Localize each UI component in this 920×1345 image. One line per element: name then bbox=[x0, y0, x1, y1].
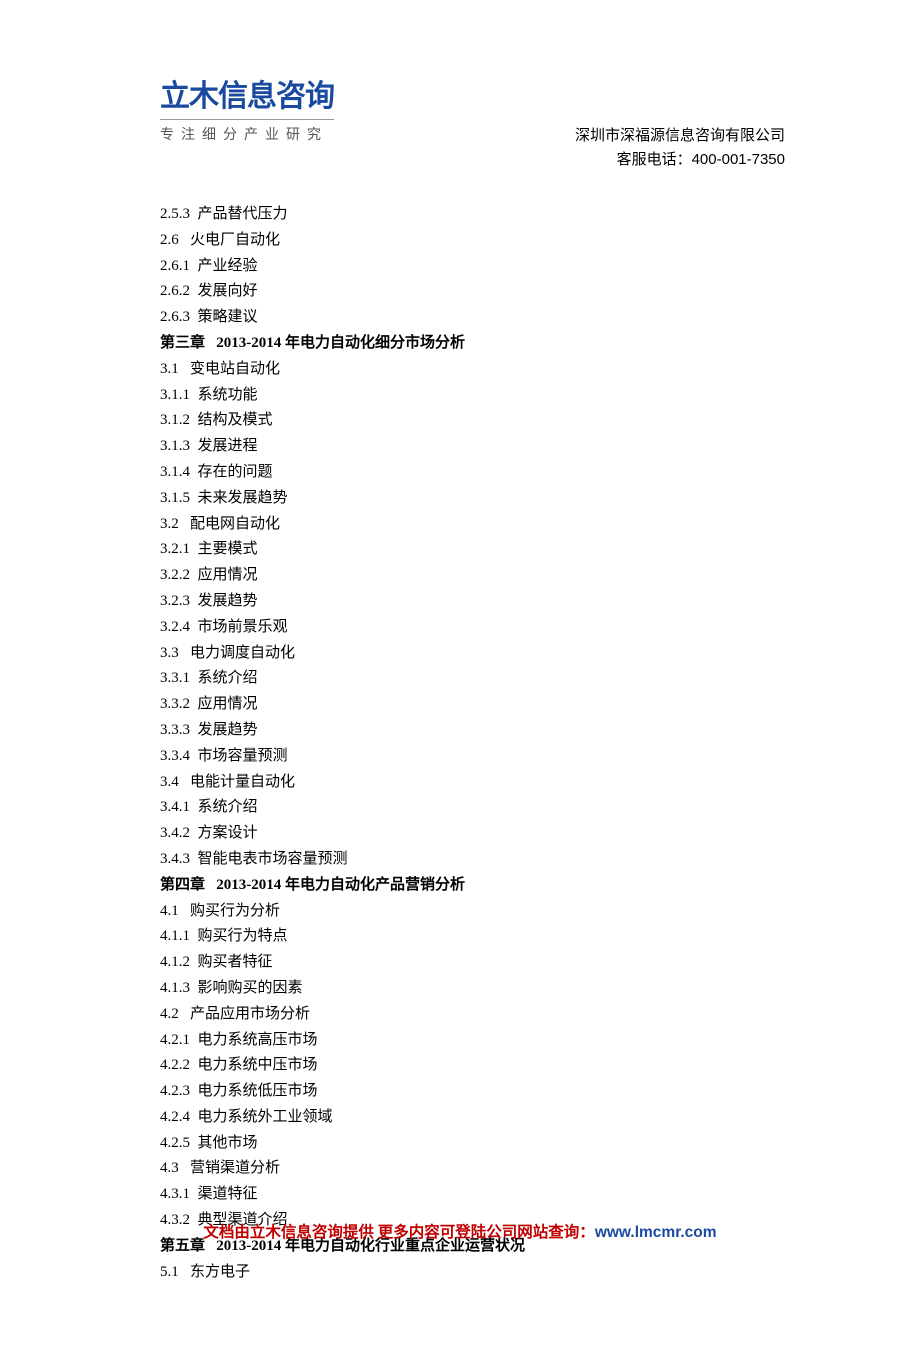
toc-item: 4.2.4 电力系统外工业领域 bbox=[160, 1105, 785, 1131]
toc-item: 4.1.3 影响购买的因素 bbox=[160, 976, 785, 1002]
toc-item: 3.3 电力调度自动化 bbox=[160, 641, 785, 667]
toc-item: 3.2 配电网自动化 bbox=[160, 512, 785, 538]
phone-label: 客服电话： bbox=[617, 152, 692, 168]
footer-text: 文档由立木信息咨询提供 更多内容可登陆公司网站查询： bbox=[203, 1224, 594, 1241]
toc-item: 3.2.4 市场前景乐观 bbox=[160, 615, 785, 641]
toc-item: 3.4 电能计量自动化 bbox=[160, 770, 785, 796]
toc-item: 3.3.2 应用情况 bbox=[160, 692, 785, 718]
company-name: 深圳市深福源信息咨询有限公司 bbox=[575, 124, 785, 148]
toc-item: 3.4.1 系统介绍 bbox=[160, 795, 785, 821]
toc-item: 3.3.3 发展趋势 bbox=[160, 718, 785, 744]
toc-item: 4.2 产品应用市场分析 bbox=[160, 1002, 785, 1028]
logo-title: 立木信息咨询 bbox=[160, 80, 334, 113]
toc-item: 3.1.3 发展进程 bbox=[160, 434, 785, 460]
page-footer: 文档由立木信息咨询提供 更多内容可登陆公司网站查询：www.lmcmr.com bbox=[0, 1220, 920, 1242]
logo-block: 立木信息咨询 专注细分产业研究 bbox=[160, 80, 334, 144]
toc-item: 4.1.1 购买行为特点 bbox=[160, 924, 785, 950]
toc-item: 4.3.1 渠道特征 bbox=[160, 1182, 785, 1208]
toc-item: 3.2.1 主要模式 bbox=[160, 537, 785, 563]
toc-item: 4.1.2 购买者特征 bbox=[160, 950, 785, 976]
toc-chapter: 第三章 2013-2014 年电力自动化细分市场分析 bbox=[160, 331, 785, 357]
header-company-info: 深圳市深福源信息咨询有限公司 客服电话：400-001-7350 bbox=[575, 124, 785, 172]
toc-item: 4.2.3 电力系统低压市场 bbox=[160, 1079, 785, 1105]
toc-item: 3.1 变电站自动化 bbox=[160, 357, 785, 383]
page-header: 立木信息咨询 专注细分产业研究 深圳市深福源信息咨询有限公司 客服电话：400-… bbox=[160, 80, 785, 172]
footer-link[interactable]: www.lmcmr.com bbox=[595, 1224, 717, 1241]
document-page: 立木信息咨询 专注细分产业研究 深圳市深福源信息咨询有限公司 客服电话：400-… bbox=[0, 0, 920, 1345]
toc-item: 3.3.1 系统介绍 bbox=[160, 666, 785, 692]
toc-item: 3.2.3 发展趋势 bbox=[160, 589, 785, 615]
toc-item: 3.4.3 智能电表市场容量预测 bbox=[160, 847, 785, 873]
toc-item: 4.2.5 其他市场 bbox=[160, 1131, 785, 1157]
toc-item: 3.2.2 应用情况 bbox=[160, 563, 785, 589]
toc-item: 4.2.1 电力系统高压市场 bbox=[160, 1028, 785, 1054]
toc-item: 2.6 火电厂自动化 bbox=[160, 228, 785, 254]
logo-subtitle: 专注细分产业研究 bbox=[160, 119, 334, 144]
toc-item: 3.1.2 结构及模式 bbox=[160, 408, 785, 434]
table-of-contents: 2.5.3 产品替代压力2.6 火电厂自动化2.6.1 产业经验2.6.2 发展… bbox=[160, 202, 785, 1285]
toc-item: 3.1.4 存在的问题 bbox=[160, 460, 785, 486]
toc-item: 3.1.5 未来发展趋势 bbox=[160, 486, 785, 512]
toc-item: 2.6.1 产业经验 bbox=[160, 254, 785, 280]
toc-chapter: 第四章 2013-2014 年电力自动化产品营销分析 bbox=[160, 873, 785, 899]
toc-item: 2.5.3 产品替代压力 bbox=[160, 202, 785, 228]
toc-item: 4.1 购买行为分析 bbox=[160, 899, 785, 925]
toc-item: 3.3.4 市场容量预测 bbox=[160, 744, 785, 770]
toc-item: 4.2.2 电力系统中压市场 bbox=[160, 1053, 785, 1079]
toc-item: 3.4.2 方案设计 bbox=[160, 821, 785, 847]
toc-item: 5.1 东方电子 bbox=[160, 1260, 785, 1286]
phone-number: 400-001-7350 bbox=[692, 151, 785, 168]
toc-item: 3.1.1 系统功能 bbox=[160, 383, 785, 409]
toc-item: 2.6.2 发展向好 bbox=[160, 279, 785, 305]
phone-line: 客服电话：400-001-7350 bbox=[575, 148, 785, 172]
toc-item: 4.3 营销渠道分析 bbox=[160, 1156, 785, 1182]
toc-item: 2.6.3 策略建议 bbox=[160, 305, 785, 331]
